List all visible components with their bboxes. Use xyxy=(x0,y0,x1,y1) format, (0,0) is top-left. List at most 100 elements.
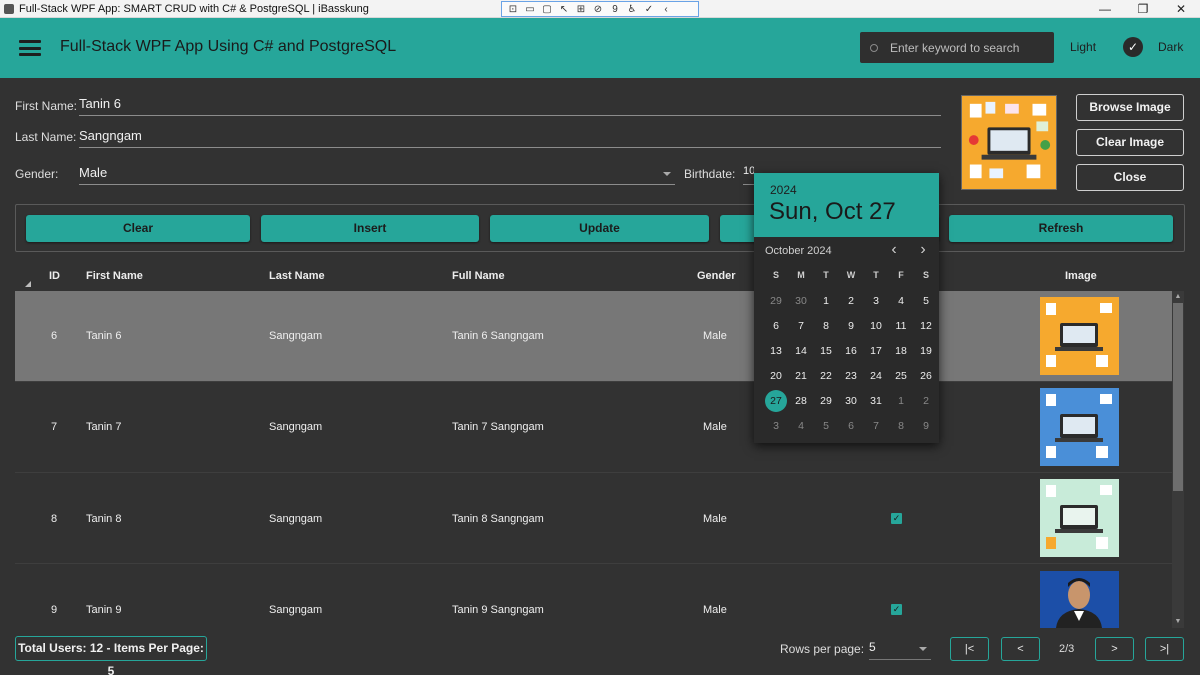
app-icon xyxy=(4,3,14,14)
scroll-up-icon[interactable]: ▲ xyxy=(1172,291,1184,303)
pointer-icon[interactable]: ↖ xyxy=(557,4,571,15)
calendar-weekday-label: S xyxy=(772,270,779,280)
calendar-day[interactable]: 29 xyxy=(815,390,837,412)
calendar-day[interactable]: 27 xyxy=(765,390,787,412)
binding-failures-icon[interactable]: ⊘ xyxy=(591,4,605,15)
calendar-day[interactable]: 28 xyxy=(790,390,812,412)
calendar-day[interactable]: 23 xyxy=(840,365,862,387)
first-name-field[interactable]: Tanin 6 xyxy=(79,96,941,116)
calendar-day[interactable]: 24 xyxy=(865,365,887,387)
scroll-down-icon[interactable]: ▼ xyxy=(1172,616,1184,628)
last-name-field[interactable]: Sangngam xyxy=(79,128,941,148)
column-header-image[interactable]: Image xyxy=(1065,270,1097,282)
rows-per-page-select[interactable]: 5 xyxy=(869,640,931,660)
calendar-day[interactable]: 12 xyxy=(915,315,937,337)
column-header-first-name[interactable]: First Name xyxy=(86,270,143,282)
browse-image-button[interactable]: Browse Image xyxy=(1076,94,1184,121)
calendar-day[interactable]: 1 xyxy=(815,290,837,312)
calendar-day[interactable]: 2 xyxy=(915,390,937,412)
search-input[interactable] xyxy=(890,40,1050,55)
collapse-icon[interactable]: ‹ xyxy=(659,4,673,15)
birthdate-field[interactable]: 10/27/2024 xyxy=(743,165,754,185)
calendar-day[interactable]: 13 xyxy=(765,340,787,362)
last-page-button[interactable]: >| xyxy=(1145,637,1184,661)
calendar-day[interactable]: 19 xyxy=(915,340,937,362)
prev-page-button[interactable]: < xyxy=(1001,637,1040,661)
scrollbar-thumb[interactable] xyxy=(1173,303,1183,491)
close-button[interactable]: Close xyxy=(1076,164,1184,191)
calendar-day[interactable]: 5 xyxy=(815,415,837,437)
calendar-day[interactable]: 25 xyxy=(890,365,912,387)
refresh-button[interactable]: Refresh xyxy=(949,215,1173,242)
calendar-day[interactable]: 6 xyxy=(840,415,862,437)
first-page-button[interactable]: |< xyxy=(950,637,989,661)
update-button[interactable]: Update xyxy=(490,215,709,242)
calendar-day[interactable]: 14 xyxy=(790,340,812,362)
calendar-day[interactable]: 4 xyxy=(890,290,912,312)
xaml-debug-toolbar[interactable]: ⊡ ▭ ▢ ↖ ⊞ ⊘ 9 ♿ ✓ ‹ xyxy=(501,1,699,17)
column-header-id[interactable]: ID xyxy=(49,270,60,282)
birthdate-calendar-popup[interactable]: 2024 Sun, Oct 27 October 2024 ‹ › SMTWTF… xyxy=(754,173,939,443)
clear-image-button[interactable]: Clear Image xyxy=(1076,129,1184,156)
calendar-day[interactable]: 9 xyxy=(840,315,862,337)
next-page-button[interactable]: > xyxy=(1095,637,1134,661)
calendar-next-month-icon[interactable]: › xyxy=(915,241,931,259)
calendar-day[interactable]: 11 xyxy=(890,315,912,337)
calendar-day[interactable]: 6 xyxy=(765,315,787,337)
calendar-day[interactable]: 8 xyxy=(890,415,912,437)
display-layout-icon[interactable]: ▭ xyxy=(523,4,537,15)
calendar-day[interactable]: 4 xyxy=(790,415,812,437)
calendar-day[interactable]: 15 xyxy=(815,340,837,362)
calendar-day[interactable]: 20 xyxy=(765,365,787,387)
calendar-day[interactable]: 26 xyxy=(915,365,937,387)
minimize-button[interactable]: — xyxy=(1086,0,1124,18)
adorner-icon[interactable]: ⊞ xyxy=(574,4,588,15)
accessibility-icon[interactable]: ♿ xyxy=(625,4,639,15)
column-header-full-name[interactable]: Full Name xyxy=(452,270,505,282)
column-header-last-name[interactable]: Last Name xyxy=(269,270,325,282)
table-row[interactable]: 8 Tanin 8 Sangngam Tanin 8 Sangngam Male… xyxy=(15,473,1172,564)
calendar-day[interactable]: 21 xyxy=(790,365,812,387)
calendar-day[interactable]: 7 xyxy=(865,415,887,437)
calendar-day[interactable]: 3 xyxy=(765,415,787,437)
table-row[interactable]: 6 Tanin 6 Sangngam Tanin 6 Sangngam Male xyxy=(15,291,1172,382)
calendar-day[interactable]: 29 xyxy=(765,290,787,312)
cell-full-name: Tanin 8 Sangngam xyxy=(452,513,544,525)
track-focus-icon[interactable]: ▢ xyxy=(540,4,554,15)
calendar-day[interactable]: 1 xyxy=(890,390,912,412)
calendar-prev-month-icon[interactable]: ‹ xyxy=(886,241,902,259)
gender-select[interactable]: Male xyxy=(79,165,675,185)
calendar-day[interactable]: 7 xyxy=(790,315,812,337)
hamburger-menu-icon[interactable] xyxy=(19,40,41,56)
active-checkbox[interactable]: ✓ xyxy=(891,513,902,524)
calendar-day[interactable]: 18 xyxy=(890,340,912,362)
check-icon[interactable]: ✓ xyxy=(642,4,656,15)
table-row[interactable]: 7 Tanin 7 Sangngam Tanin 7 Sangngam Male xyxy=(15,382,1172,473)
maximize-button[interactable]: ❐ xyxy=(1124,0,1162,18)
close-window-button[interactable]: ✕ xyxy=(1162,0,1200,18)
calendar-day[interactable]: 2 xyxy=(840,290,862,312)
search-box[interactable] xyxy=(860,32,1054,63)
column-header-gender[interactable]: Gender xyxy=(697,270,736,282)
calendar-day[interactable]: 17 xyxy=(865,340,887,362)
active-checkbox[interactable]: ✓ xyxy=(891,604,902,615)
calendar-day[interactable]: 22 xyxy=(815,365,837,387)
theme-toggle-check-icon[interactable]: ✓ xyxy=(1123,37,1143,57)
calendar-day[interactable]: 30 xyxy=(840,390,862,412)
calendar-day[interactable]: 16 xyxy=(840,340,862,362)
calendar-year[interactable]: 2024 xyxy=(770,183,797,197)
table-scrollbar[interactable]: ▲ ▼ xyxy=(1172,291,1184,628)
calendar-day[interactable]: 9 xyxy=(915,415,937,437)
clear-button[interactable]: Clear xyxy=(26,215,250,242)
sort-indicator-icon[interactable] xyxy=(25,281,31,287)
calendar-day[interactable]: 8 xyxy=(815,315,837,337)
select-element-icon[interactable]: ⊡ xyxy=(506,4,520,15)
table-row[interactable]: 9 Tanin 9 Sangngam Tanin 9 Sangngam Male… xyxy=(15,565,1172,628)
calendar-day[interactable]: 3 xyxy=(865,290,887,312)
calendar-day[interactable]: 5 xyxy=(915,290,937,312)
calendar-day[interactable]: 31 xyxy=(865,390,887,412)
calendar-selected-date: Sun, Oct 27 xyxy=(769,198,896,225)
calendar-day[interactable]: 10 xyxy=(865,315,887,337)
insert-button[interactable]: Insert xyxy=(261,215,479,242)
calendar-day[interactable]: 30 xyxy=(790,290,812,312)
